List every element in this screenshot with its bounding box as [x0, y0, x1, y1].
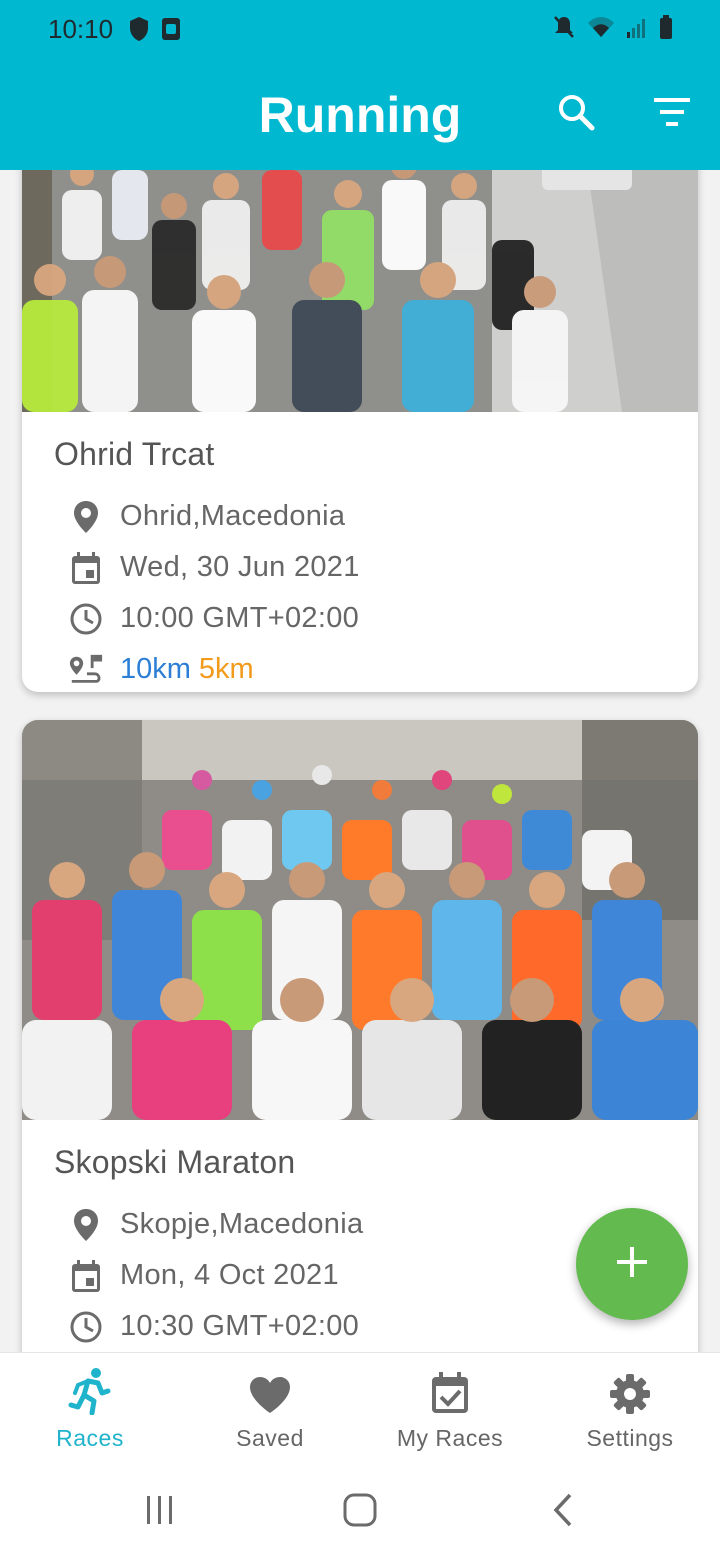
screenshot-icon: [160, 16, 182, 47]
time-row: 10:30 GMT+02:00: [54, 1301, 666, 1352]
system-navigation-bar: [0, 1462, 720, 1560]
home-button[interactable]: [340, 1492, 380, 1532]
location-pin-icon: [68, 499, 104, 535]
screen: 10:10 Running Ohrid Trcat Ohrid,Macedoni…: [0, 0, 720, 1560]
battery-icon: [658, 14, 674, 45]
back-button[interactable]: [544, 1492, 580, 1532]
clock-icon: [68, 601, 104, 637]
nav-label: My Races: [396, 1425, 504, 1451]
add-race-button[interactable]: [576, 1208, 688, 1320]
race-list[interactable]: Ohrid Trcat Ohrid,Macedonia Wed, 30 Jun …: [0, 170, 720, 1352]
race-name: Skopski Maraton: [54, 1144, 296, 1180]
shield-icon: [128, 16, 150, 47]
location-pin-icon: [68, 1207, 104, 1243]
distance-row: 10km 5km: [54, 644, 666, 692]
nav-label: Settings: [586, 1425, 674, 1451]
app-title: Running: [258, 87, 462, 143]
recents-button[interactable]: [140, 1492, 180, 1532]
location-row: Ohrid,Macedonia: [54, 491, 666, 542]
back-icon: [550, 1492, 574, 1533]
time-row: 10:00 GMT+02:00: [54, 593, 666, 644]
status-time: 10:10: [48, 14, 114, 44]
calendar-icon: [68, 550, 104, 586]
recents-icon: [143, 1494, 177, 1531]
calendar-icon: [68, 1258, 104, 1294]
clock-icon: [68, 1309, 104, 1345]
distance-10km: 10km: [120, 653, 191, 685]
date-row: Mon, 4 Oct 2021: [54, 1250, 666, 1301]
search-button[interactable]: [552, 90, 600, 138]
nav-races[interactable]: Races: [0, 1353, 180, 1463]
route-icon: [68, 652, 104, 688]
nav-label: Saved: [236, 1425, 304, 1451]
status-icons: [552, 14, 674, 45]
race-photo: [22, 170, 698, 412]
race-location: Ohrid,Macedonia: [120, 500, 346, 532]
nav-my-races[interactable]: My Races: [360, 1353, 540, 1463]
race-name: Ohrid Trcat: [54, 436, 215, 472]
nav-saved[interactable]: Saved: [180, 1353, 360, 1463]
runner-icon: [0, 1353, 180, 1415]
plus-icon: [614, 1244, 650, 1285]
race-photo: [22, 720, 698, 1120]
race-date: Mon, 4 Oct 2021: [120, 1259, 339, 1291]
home-icon: [342, 1492, 378, 1533]
nav-settings[interactable]: Settings: [540, 1353, 720, 1463]
date-row: Wed, 30 Jun 2021: [54, 542, 666, 593]
race-location: Skopje,Macedonia: [120, 1208, 364, 1240]
bottom-navigation: Races Saved My Races Settings: [0, 1352, 720, 1462]
search-icon: [556, 92, 596, 137]
race-details: Ohrid Trcat Ohrid,Macedonia Wed, 30 Jun …: [22, 412, 698, 692]
nav-label: Races: [56, 1425, 124, 1451]
distance-5km: 5km: [198, 653, 254, 685]
mute-icon: [552, 14, 576, 45]
wifi-icon: [586, 14, 616, 45]
app-bar: 10:10 Running: [0, 0, 720, 170]
gear-icon: [540, 1353, 720, 1415]
race-card[interactable]: Ohrid Trcat Ohrid,Macedonia Wed, 30 Jun …: [22, 170, 698, 692]
race-time: 10:00 GMT+02:00: [120, 602, 360, 634]
race-time: 10:30 GMT+02:00: [120, 1310, 360, 1342]
signal-icon: [626, 14, 648, 45]
filter-icon: [652, 92, 692, 137]
heart-icon: [180, 1353, 360, 1415]
location-row: Skopje,Macedonia: [54, 1199, 666, 1250]
race-date: Wed, 30 Jun 2021: [120, 551, 360, 583]
filter-button[interactable]: [648, 90, 696, 138]
calendar-check-icon: [360, 1353, 540, 1415]
